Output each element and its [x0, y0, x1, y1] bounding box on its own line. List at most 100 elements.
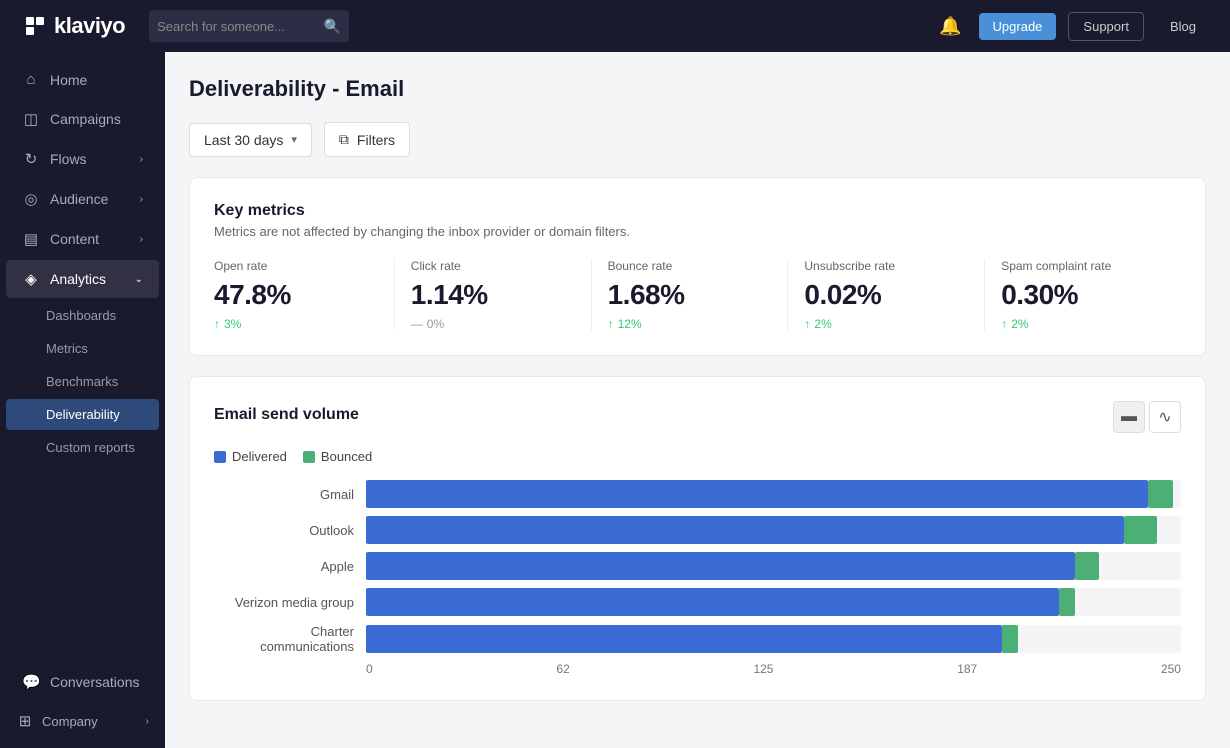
metric-bounce-rate-label: Bounce rate	[608, 259, 772, 273]
email-volume-title: Email send volume	[214, 406, 359, 424]
sidebar-item-analytics[interactable]: ◈ Analytics ⌄	[6, 260, 159, 298]
bar-chart-icon: ▬	[1121, 408, 1137, 426]
search-input[interactable]	[157, 19, 324, 34]
date-filter-label: Last 30 days	[204, 132, 283, 148]
bar-chart-toggle-button[interactable]: ▬	[1113, 401, 1145, 433]
sidebar: ⌂ Home ◫ Campaigns ↻ Flows › ◎ Audience …	[0, 52, 165, 748]
logo[interactable]: klaviyo	[20, 11, 125, 41]
sidebar-label-conversations: Conversations	[50, 674, 140, 690]
bar-delivered	[366, 480, 1148, 508]
chart-legend: Delivered Bounced	[214, 449, 1181, 464]
sidebar-item-campaigns[interactable]: ◫ Campaigns	[6, 100, 159, 138]
analytics-icon: ◈	[22, 270, 40, 288]
filters-icon: ⧉	[339, 131, 349, 148]
flows-icon: ↻	[22, 150, 40, 168]
upgrade-button[interactable]: Upgrade	[979, 13, 1057, 40]
sidebar-subitem-dashboards[interactable]: Dashboards	[6, 300, 159, 331]
bar-row: Outlook	[214, 516, 1181, 544]
company-chevron-icon: ›	[146, 716, 149, 727]
bar-delivered	[366, 516, 1124, 544]
key-metrics-subtitle: Metrics are not affected by changing the…	[214, 224, 1181, 239]
notifications-icon[interactable]: 🔔	[935, 10, 967, 42]
x-axis-labels: 0 62 125 187 250	[366, 662, 1181, 676]
x-axis-label-187: 187	[957, 662, 977, 676]
bar-label: Verizon media group	[214, 595, 354, 610]
metric-open-rate-change: ↑ 3%	[214, 317, 378, 331]
bar-row: Charter communications	[214, 624, 1181, 654]
metric-bounce-rate-value: 1.68%	[608, 279, 772, 311]
date-filter-chevron-icon: ▾	[291, 133, 297, 146]
metric-spam-rate-value: 0.30%	[1001, 279, 1165, 311]
bar-label: Charter communications	[214, 624, 354, 654]
app-layout: ⌂ Home ◫ Campaigns ↻ Flows › ◎ Audience …	[0, 0, 1230, 748]
content-chevron-icon: ›	[140, 234, 143, 245]
x-axis-label-62: 62	[556, 662, 569, 676]
bar-track	[366, 480, 1181, 508]
metric-spam-rate: Spam complaint rate 0.30% ↑ 2%	[985, 259, 1181, 331]
sidebar-label-audience: Audience	[50, 191, 108, 207]
bar-delivered	[366, 588, 1059, 616]
filters-label: Filters	[357, 132, 395, 148]
bar-row: Apple	[214, 552, 1181, 580]
date-filter-button[interactable]: Last 30 days ▾	[189, 123, 312, 157]
metric-spam-rate-arrow-icon: ↑	[1001, 317, 1007, 331]
x-axis-label-0: 0	[366, 662, 373, 676]
metric-spam-rate-label: Spam complaint rate	[1001, 259, 1165, 273]
filters-button[interactable]: ⧉ Filters	[324, 122, 410, 157]
search-icon[interactable]: 🔍	[324, 18, 341, 35]
flows-chevron-icon: ›	[140, 154, 143, 165]
sidebar-subitem-custom-reports-label: Custom reports	[46, 440, 135, 455]
sidebar-subitem-deliverability[interactable]: Deliverability	[6, 399, 159, 430]
bar-track	[366, 625, 1181, 653]
metric-spam-rate-change-value: 2%	[1011, 317, 1028, 331]
logo-text: klaviyo	[54, 13, 125, 39]
content-icon: ▤	[22, 230, 40, 248]
legend-item-delivered: Delivered	[214, 449, 287, 464]
metric-click-rate-label: Click rate	[411, 259, 575, 273]
email-volume-card: Email send volume ▬ ∿ Delivered	[189, 376, 1206, 701]
search-box[interactable]: 🔍	[149, 10, 349, 42]
metric-click-rate-change: — 0%	[411, 317, 575, 331]
sidebar-company-label: Company	[42, 714, 98, 729]
sidebar-item-content[interactable]: ▤ Content ›	[6, 220, 159, 258]
sidebar-item-home[interactable]: ⌂ Home	[6, 61, 159, 98]
x-axis: 0 62 125 187 250	[214, 662, 1181, 676]
legend-dot-bounced	[303, 451, 315, 463]
legend-item-bounced: Bounced	[303, 449, 372, 464]
page-title: Deliverability - Email	[189, 76, 1206, 102]
analytics-chevron-icon: ⌄	[135, 274, 143, 285]
sidebar-item-audience[interactable]: ◎ Audience ›	[6, 180, 159, 218]
email-volume-header: Email send volume ▬ ∿	[214, 401, 1181, 433]
sidebar-item-company[interactable]: ⊞ Company ›	[0, 702, 165, 740]
key-metrics-title: Key metrics	[214, 202, 1181, 220]
sidebar-label-campaigns: Campaigns	[50, 111, 121, 127]
audience-chevron-icon: ›	[140, 194, 143, 205]
sidebar-subitem-metrics-label: Metrics	[46, 341, 88, 356]
bar-bounced	[1148, 480, 1172, 508]
bar-bounced	[1124, 516, 1157, 544]
sidebar-item-conversations[interactable]: 💬 Conversations	[6, 663, 159, 701]
bar-track	[366, 588, 1181, 616]
bar-delivered	[366, 625, 1002, 653]
metric-open-rate-value: 47.8%	[214, 279, 378, 311]
sidebar-subitem-benchmarks[interactable]: Benchmarks	[6, 366, 159, 397]
line-chart-icon: ∿	[1158, 407, 1171, 427]
bar-track	[366, 516, 1181, 544]
support-button[interactable]: Support	[1068, 12, 1144, 41]
sidebar-subitem-custom-reports[interactable]: Custom reports	[6, 432, 159, 463]
conversations-icon: 💬	[22, 673, 40, 691]
sidebar-item-flows[interactable]: ↻ Flows ›	[6, 140, 159, 178]
sidebar-subitem-metrics[interactable]: Metrics	[6, 333, 159, 364]
line-chart-toggle-button[interactable]: ∿	[1149, 401, 1181, 433]
audience-icon: ◎	[22, 190, 40, 208]
bar-label: Apple	[214, 559, 354, 574]
metrics-grid: Open rate 47.8% ↑ 3% Click rate 1.14% — …	[214, 259, 1181, 331]
sidebar-subitem-dashboards-label: Dashboards	[46, 308, 116, 323]
metric-unsubscribe-rate-change: ↑ 2%	[804, 317, 968, 331]
x-axis-label-125: 125	[753, 662, 773, 676]
sidebar-subitem-deliverability-label: Deliverability	[46, 407, 120, 422]
sidebar-label-flows: Flows	[50, 151, 87, 167]
metric-unsubscribe-rate-value: 0.02%	[804, 279, 968, 311]
blog-button[interactable]: Blog	[1156, 13, 1210, 40]
metric-unsubscribe-rate-label: Unsubscribe rate	[804, 259, 968, 273]
